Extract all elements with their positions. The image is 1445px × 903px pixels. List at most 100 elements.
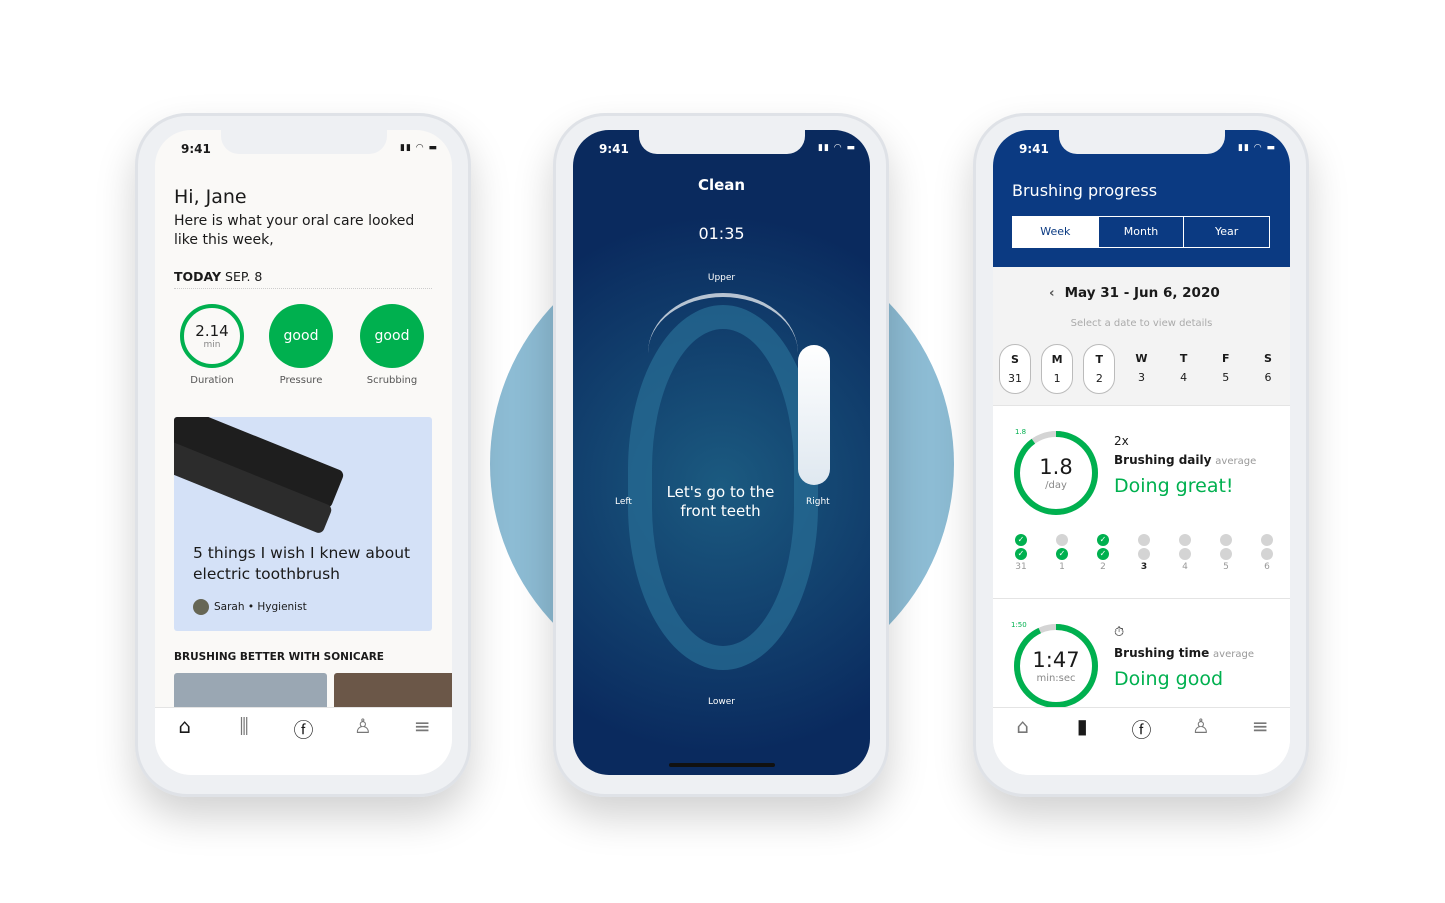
duration-ring[interactable]: 2.14 min — [180, 304, 244, 368]
nav-menu-icon[interactable]: ≡ — [1245, 714, 1275, 775]
tab-week[interactable]: Week — [1013, 217, 1098, 247]
empty-dot — [1138, 548, 1150, 560]
period-tabs: Week Month Year — [1012, 216, 1270, 248]
pressure-ring[interactable]: good — [269, 304, 333, 368]
nav-stats-icon[interactable]: ▮ — [1067, 714, 1097, 775]
tab-month[interactable]: Month — [1097, 217, 1184, 247]
nav-philips-icon[interactable]: ⓕ — [1126, 714, 1156, 775]
nav-menu-icon[interactable]: ≡ — [407, 714, 437, 775]
day-letter: T — [1095, 353, 1104, 366]
check-icon: ✓ — [1015, 534, 1027, 546]
prev-week-icon[interactable]: ‹ — [1049, 285, 1055, 301]
check-day-label: 31 — [1015, 562, 1027, 572]
day-number: 6 — [1264, 371, 1272, 384]
check-icon: ✓ — [1015, 548, 1027, 560]
day-check-column: ✓ ✓ 2 — [1091, 532, 1115, 572]
check-day-label: 1 — [1059, 562, 1065, 572]
day-check-column: 4 — [1173, 532, 1197, 572]
phone-clean: 9:41 ▮▮ ◠ ▬ Clean 01:35 Upper Left Right… — [553, 113, 889, 797]
pressure-label: Pressure — [279, 375, 323, 386]
status-time: 9:41 — [1019, 142, 1049, 156]
day-check-column: ✓ 1 — [1050, 532, 1074, 572]
nav-profile-icon[interactable]: ♙ — [1186, 714, 1216, 775]
status-icons: ▮▮ ◠ ▬ — [818, 143, 856, 153]
day-button[interactable]: T4 — [1168, 344, 1200, 394]
status-time: 9:41 — [181, 142, 211, 156]
home-screen: 9:41 ▮▮ ◠ ▬ Hi, Jane Here is what your o… — [155, 130, 452, 775]
day-selector: S 31 M 1 T 2 W 3 T 4 F 5 S 6 — [999, 344, 1284, 394]
check-icon: ✓ — [1097, 534, 1109, 546]
home-indicator[interactable] — [669, 763, 775, 767]
author-avatar — [193, 599, 209, 615]
day-button[interactable]: T2 — [1083, 344, 1116, 394]
duration-unit: min — [203, 340, 221, 350]
greeting: Hi, Jane — [174, 186, 247, 208]
empty-dot — [1056, 534, 1068, 546]
nav-philips-icon[interactable]: ⓕ — [288, 714, 318, 775]
progress-arc — [648, 293, 798, 353]
date-hint: Select a date to view details — [1070, 318, 1213, 329]
notch — [1059, 130, 1225, 154]
bottom-nav: ⌂ ▮ ⓕ ♙ ≡ — [993, 707, 1290, 775]
nav-profile-icon[interactable]: ♙ — [348, 714, 378, 775]
nav-home-icon[interactable]: ⌂ — [170, 714, 200, 775]
time-label: Brushing time — [1114, 646, 1210, 660]
daily-verdict: Doing great! — [1114, 475, 1234, 497]
tab-year[interactable]: Year — [1183, 217, 1269, 247]
empty-dot — [1220, 548, 1232, 560]
article-author: Sarah • Hygienist — [193, 599, 307, 615]
day-letter: S — [1263, 352, 1272, 365]
day-check-column: 3 — [1132, 532, 1156, 572]
progress-screen: 9:41 ▮▮ ◠ ▬ Brushing progress Week Month… — [993, 130, 1290, 775]
empty-dot — [1179, 548, 1191, 560]
day-check-column: ✓ ✓ 31 — [1009, 532, 1033, 572]
day-button[interactable]: M1 — [1041, 344, 1074, 394]
day-button[interactable]: F5 — [1210, 344, 1242, 394]
day-number: 5 — [1222, 371, 1230, 384]
instruction: Let's go to the front teeth — [666, 483, 775, 520]
time-verdict: Doing good — [1114, 668, 1224, 690]
day-button[interactable]: W3 — [1125, 344, 1157, 394]
scrubbing-label: Scrubbing — [366, 375, 418, 386]
check-day-label: 4 — [1182, 562, 1188, 572]
time-goal-mark: 1:50 — [1011, 621, 1027, 629]
status-icons: ▮▮ ◠ ▬ — [1238, 143, 1276, 153]
highlighted-teeth — [798, 345, 830, 485]
bottom-nav: ⌂ ⫼ ⓕ ♙ ≡ — [155, 707, 452, 775]
day-letter: F — [1222, 352, 1230, 365]
article-card[interactable]: 5 things I wish I knew about electric to… — [174, 417, 432, 631]
status-icons: ▮▮ ◠ ▬ — [400, 143, 438, 153]
check-icon: ✓ — [1097, 548, 1109, 560]
daily-checks: ✓ ✓ 31 ✓ 1 ✓ ✓ 2 3 4 5 6 — [1009, 532, 1279, 572]
day-button[interactable]: S 31 — [999, 344, 1031, 394]
day-letter: M — [1051, 353, 1063, 366]
check-day-label: 5 — [1223, 562, 1229, 572]
day-number: 3 — [1137, 371, 1145, 384]
time-value: 1:47 — [1032, 648, 1080, 672]
daily-value: 1.8 — [1039, 455, 1073, 479]
scrubbing-ring[interactable]: good — [360, 304, 424, 368]
day-number: 1 — [1053, 372, 1061, 385]
daily-goal-mark: 1.8 — [1015, 428, 1027, 436]
check-day-label: 6 — [1264, 562, 1270, 572]
article-title: 5 things I wish I knew about electric to… — [193, 544, 411, 583]
section-title: BRUSHING BETTER WITH SONICARE — [174, 651, 384, 663]
date-range-label: May 31 - Jun 6, 2020 — [1064, 285, 1220, 301]
empty-dot — [1220, 534, 1232, 546]
day-button[interactable]: S6 — [1252, 344, 1284, 394]
home-subtitle: Here is what your oral care looked like … — [174, 213, 415, 248]
time-label-row: Brushing time average — [1114, 646, 1254, 660]
author-label: Sarah • Hygienist — [214, 601, 307, 613]
daily-label: Brushing daily — [1114, 453, 1212, 467]
timer: 01:35 — [698, 224, 745, 243]
daily-count: 2x — [1114, 434, 1129, 448]
notch — [221, 130, 387, 154]
today-date: SEP. 8 — [225, 269, 263, 284]
lower-label: Lower — [708, 697, 735, 707]
nav-home-icon[interactable]: ⌂ — [1008, 714, 1038, 775]
status-time: 9:41 — [599, 142, 629, 156]
nav-stats-icon[interactable]: ⫼ — [229, 714, 259, 775]
daily-unit: /day — [1045, 480, 1067, 491]
stopwatch-icon: ⏱ — [1114, 625, 1125, 640]
day-check-column: 6 — [1255, 532, 1279, 572]
